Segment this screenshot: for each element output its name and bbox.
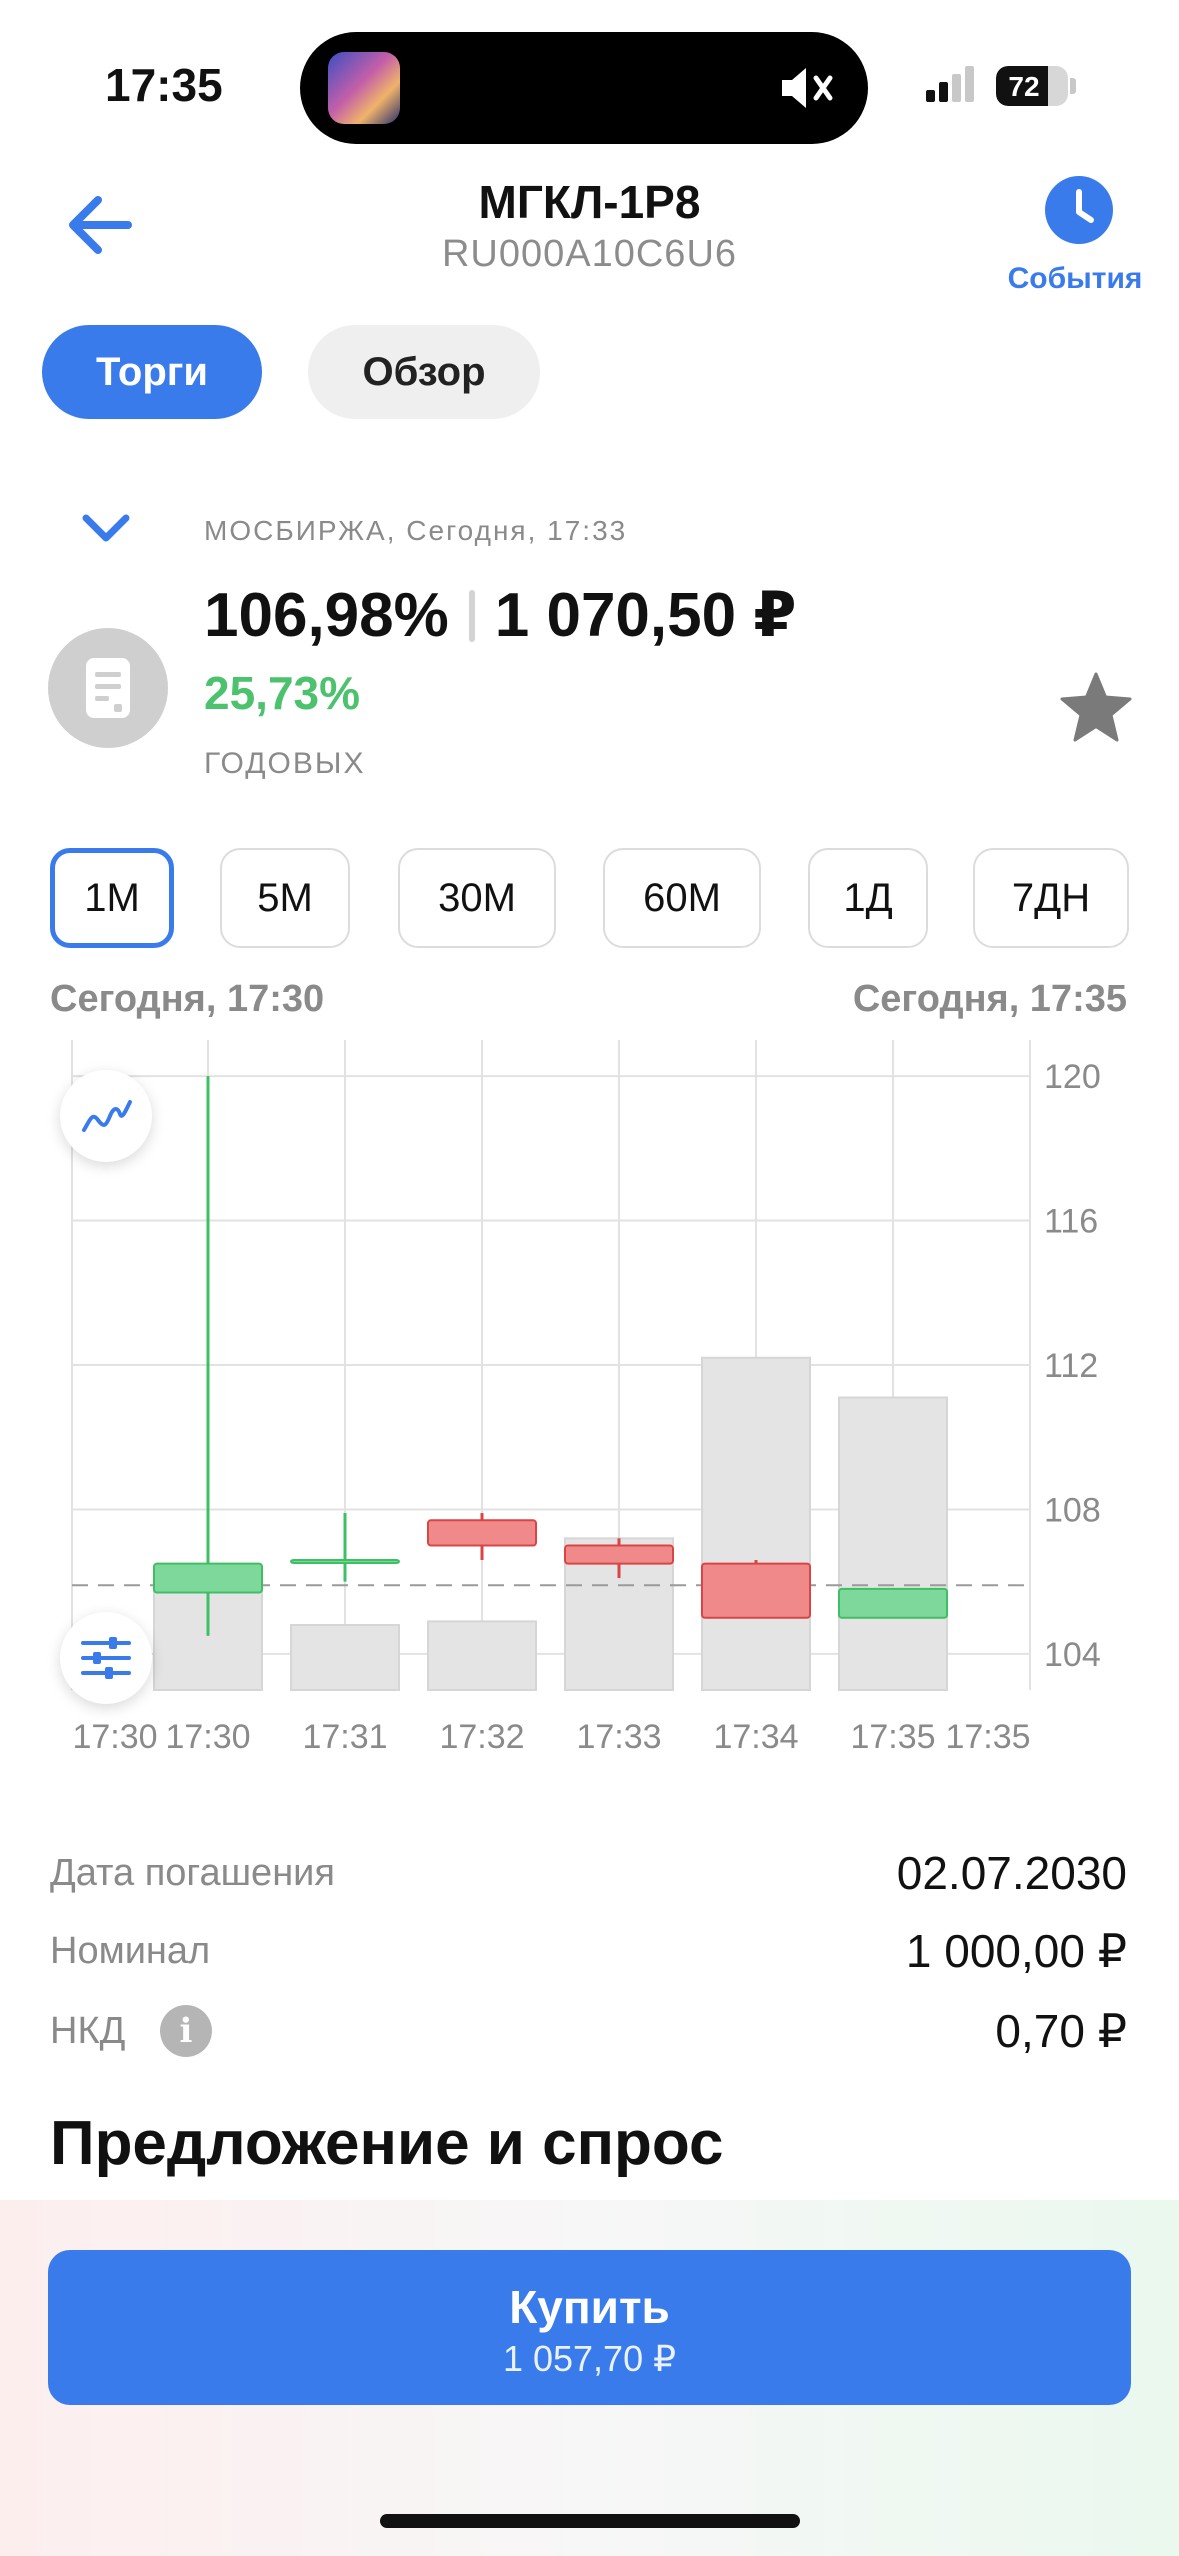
nominal-label: Номинал bbox=[50, 1930, 211, 1972]
price-row: 106,98% 1 070,50 ₽ bbox=[204, 578, 796, 651]
chart-canvas[interactable]: 120 116 112 108 104 17:30 17:30 17:31 17:32 17:33… bbox=[0, 1030, 1179, 1760]
chevron-down-icon[interactable] bbox=[78, 508, 134, 548]
tab-overview[interactable]: Обзор bbox=[308, 325, 540, 419]
x-tick-label: 17:30 bbox=[72, 1718, 157, 1756]
nkd-value: 0,70 ₽ bbox=[995, 2005, 1127, 2057]
status-time: 17:35 bbox=[105, 59, 223, 111]
x-tick-label: 17:31 bbox=[302, 1718, 387, 1756]
volume-bar bbox=[838, 1396, 948, 1691]
volume-bar bbox=[427, 1620, 537, 1692]
bond-document-icon bbox=[48, 628, 168, 748]
nkd-label: НКД bbox=[50, 2010, 126, 2052]
exchange-timestamp: МОСБИРЖА, Сегодня, 17:33 bbox=[204, 515, 628, 546]
info-icon[interactable]: i bbox=[160, 2005, 212, 2057]
annual-yield: 25,73% bbox=[204, 667, 361, 719]
x-tick-label: 17:33 bbox=[576, 1718, 661, 1756]
star-icon[interactable] bbox=[1058, 670, 1134, 746]
maturity-label: Дата погашения bbox=[50, 1852, 335, 1894]
interval-1d[interactable]: 1Д bbox=[808, 848, 928, 948]
speaker-mute-icon bbox=[782, 68, 833, 108]
candle-body bbox=[564, 1544, 674, 1565]
range-start: Сегодня, 17:30 bbox=[50, 978, 325, 1020]
interval-1m[interactable]: 1М bbox=[50, 848, 174, 948]
candle-body bbox=[427, 1519, 537, 1547]
interval-7d[interactable]: 7ДН bbox=[973, 848, 1129, 948]
clock-icon bbox=[1045, 176, 1113, 244]
battery-icon: 72 bbox=[996, 66, 1068, 106]
now-playing-artwork bbox=[328, 52, 400, 124]
chart-settings-button[interactable] bbox=[60, 1612, 152, 1704]
events-button[interactable]: События bbox=[995, 170, 1155, 300]
buy-label: Купить bbox=[509, 2281, 670, 2333]
y-tick-label: 104 bbox=[1044, 1636, 1101, 1674]
status-indicators: 72 bbox=[920, 62, 1080, 110]
x-tick-label: 17:35 bbox=[850, 1718, 935, 1756]
tab-trading[interactable]: Торги bbox=[42, 325, 262, 419]
buy-button[interactable]: Купить 1 057,70 ₽ bbox=[48, 2250, 1131, 2405]
x-tick-label: 17:34 bbox=[713, 1718, 798, 1756]
candle-body bbox=[701, 1562, 811, 1619]
interval-5m[interactable]: 5М bbox=[220, 848, 350, 948]
line-chart-icon bbox=[82, 1100, 132, 1132]
candle-body bbox=[290, 1559, 400, 1564]
maturity-value: 02.07.2030 bbox=[896, 1847, 1127, 1899]
nominal-value: 1 000,00 ₽ bbox=[905, 1925, 1127, 1977]
annual-yield-label: ГОДОВЫХ bbox=[204, 747, 366, 780]
orderbook-title: Предложение и спрос bbox=[50, 2109, 724, 2178]
interval-30m[interactable]: 30М bbox=[398, 848, 556, 948]
volume-bar bbox=[290, 1624, 400, 1691]
x-tick-label: 17:32 bbox=[439, 1718, 524, 1756]
price-separator bbox=[468, 590, 475, 642]
y-tick-label: 112 bbox=[1044, 1347, 1098, 1385]
cellular-signal-icon bbox=[926, 66, 974, 102]
y-tick-label: 116 bbox=[1044, 1203, 1098, 1241]
battery-percent: 72 bbox=[1008, 71, 1040, 102]
chart-type-button[interactable] bbox=[60, 1070, 152, 1162]
candle-body bbox=[838, 1587, 948, 1619]
sliders-icon bbox=[81, 1637, 131, 1679]
price-rub: 1 070,50 ₽ bbox=[494, 581, 797, 650]
events-label: События bbox=[1007, 262, 1143, 295]
y-tick-label: 120 bbox=[1044, 1058, 1101, 1096]
candlestick-chart[interactable]: 120 116 112 108 104 17:30 17:30 17:31 17:32 17:33… bbox=[0, 1030, 1179, 1760]
battery-tip bbox=[1070, 78, 1076, 94]
status-bar: 17:35 72 bbox=[0, 0, 1179, 170]
candle-body bbox=[153, 1562, 263, 1594]
range-end: Сегодня, 17:35 bbox=[852, 978, 1127, 1020]
buy-price: 1 057,70 ₽ bbox=[502, 2338, 677, 2379]
home-indicator[interactable] bbox=[380, 2514, 800, 2528]
x-tick-label: 17:35 bbox=[945, 1718, 1030, 1756]
volume-bar bbox=[701, 1356, 811, 1691]
price-percent: 106,98% bbox=[204, 581, 449, 650]
x-tick-label: 17:30 bbox=[165, 1718, 250, 1756]
interval-60m[interactable]: 60М bbox=[603, 848, 761, 948]
dynamic-island[interactable] bbox=[300, 32, 868, 144]
y-tick-label: 108 bbox=[1044, 1491, 1101, 1529]
